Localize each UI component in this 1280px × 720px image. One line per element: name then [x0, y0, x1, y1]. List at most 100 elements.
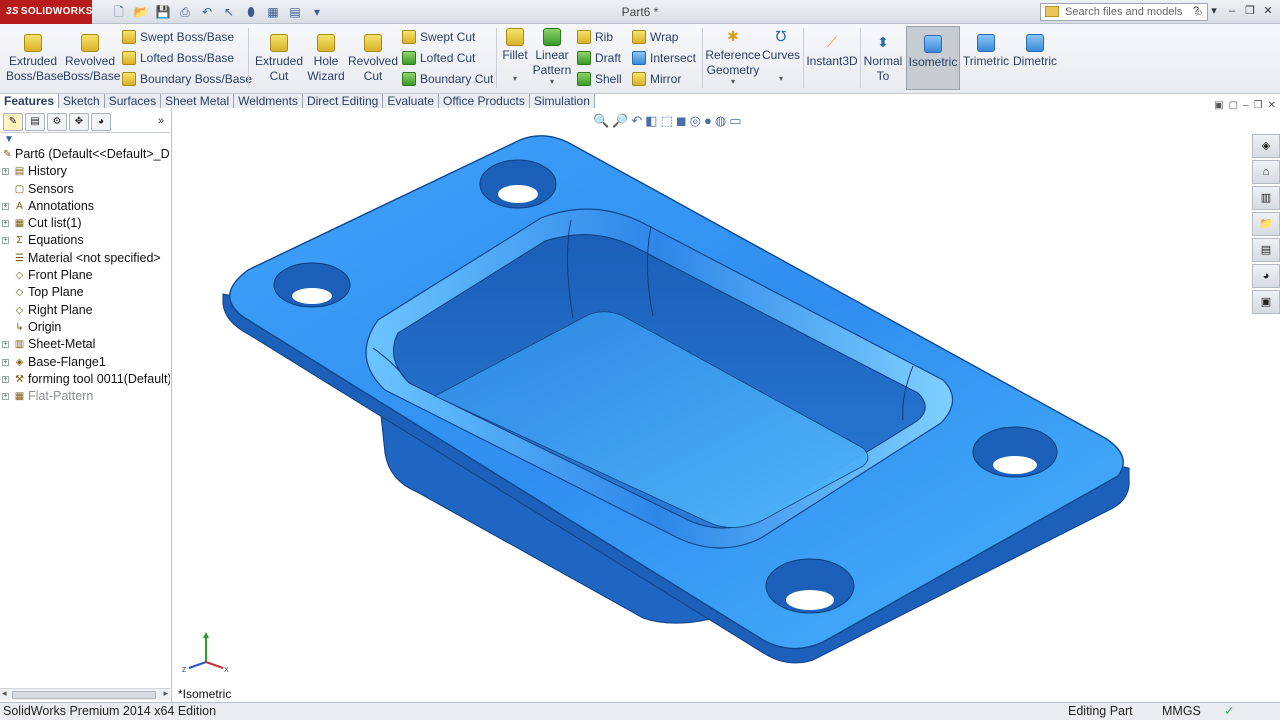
- tab-office-products[interactable]: Office Products: [439, 94, 530, 108]
- scroll-left-icon[interactable]: ◂: [2, 688, 7, 699]
- mounting-hole-top[interactable]: [479, 159, 557, 209]
- intersect-button[interactable]: Intersect: [632, 48, 696, 68]
- boundary-boss-button[interactable]: Boundary Boss/Base: [122, 69, 252, 89]
- scroll-right-icon[interactable]: ▸: [163, 688, 168, 699]
- tree-item-material-not-specified[interactable]: ☰ Material <not specified>: [0, 250, 170, 267]
- open-icon[interactable]: 📂: [130, 3, 152, 21]
- unit-system-selector[interactable]: MMGS: [1162, 703, 1201, 720]
- mirror-button[interactable]: Mirror: [632, 69, 681, 89]
- rebuild-icon[interactable]: ⬮: [240, 3, 262, 21]
- tab-direct-editing[interactable]: Direct Editing: [302, 94, 384, 108]
- rib-button[interactable]: Rib: [577, 27, 613, 47]
- tree-item-right-plane[interactable]: ◇ Right Plane: [0, 302, 170, 319]
- appearances-icon[interactable]: ◕: [1252, 264, 1280, 288]
- expand-icon[interactable]: +: [2, 202, 9, 210]
- revolved-cut-button[interactable]: Revolved Cut: [346, 34, 400, 84]
- tree-item-annotations[interactable]: + A Annotations: [0, 198, 170, 215]
- tab-simulation[interactable]: Simulation: [529, 94, 595, 108]
- hole-wizard-button[interactable]: Hole Wizard: [302, 34, 350, 84]
- solidworks-resources-icon[interactable]: ◈: [1252, 134, 1280, 158]
- expand-icon[interactable]: +: [2, 237, 9, 245]
- tree-item-equations[interactable]: + Σ Equations: [0, 232, 170, 249]
- mounting-hole-left[interactable]: [273, 262, 351, 308]
- feature-manager-tab-icon[interactable]: ✎: [3, 113, 23, 131]
- custom-properties-icon[interactable]: ▣: [1252, 290, 1280, 314]
- tab-evaluate[interactable]: Evaluate: [383, 94, 440, 108]
- revolved-boss-button[interactable]: Revolved Boss/Base: [63, 34, 120, 84]
- extruded-boss-button[interactable]: Extruded Boss/Base: [6, 34, 63, 84]
- lofted-boss-button[interactable]: Lofted Boss/Base: [122, 48, 234, 68]
- undo-icon[interactable]: ↶: [196, 3, 218, 21]
- quick-tips-icon[interactable]: ✓: [1224, 703, 1234, 720]
- normal-to-button[interactable]: ⬍ Normal To: [862, 34, 904, 84]
- dimxpert-tab-icon[interactable]: ✥: [69, 113, 89, 131]
- scrollbar-thumb[interactable]: [12, 691, 156, 699]
- tab-sketch[interactable]: Sketch: [59, 94, 105, 108]
- save-icon[interactable]: 💾: [152, 3, 174, 21]
- mounting-hole-bottom[interactable]: [765, 558, 855, 614]
- property-manager-tab-icon[interactable]: ▤: [25, 113, 45, 131]
- file-properties-icon[interactable]: ▦: [262, 3, 284, 21]
- expand-icon[interactable]: +: [2, 168, 9, 176]
- chevron-down-icon[interactable]: ▾: [762, 75, 800, 83]
- swept-cut-button[interactable]: Swept Cut: [402, 27, 475, 47]
- isometric-button[interactable]: Isometric: [906, 26, 960, 90]
- expand-panel-icon[interactable]: »: [158, 115, 164, 127]
- view-palette-icon[interactable]: ▤: [1252, 238, 1280, 262]
- help-dropdown-icon[interactable]: ▾: [1206, 3, 1222, 19]
- viewport-restore-icon[interactable]: ❐: [1254, 100, 1263, 111]
- tree-item-forming-tool-0011-default[interactable]: + ⚒ forming tool 0011(Default): [0, 371, 170, 388]
- tab-weldments[interactable]: Weldments: [234, 94, 303, 108]
- graphics-area[interactable]: ▣ ▢ – ❐ ✕ 🔍 🔎 ↶ ◧ ⬚ ◼ ◎ ● ◍ ▭ ◈ ⌂ ▥ 📁 ▤ …: [173, 100, 1280, 702]
- expand-icon[interactable]: +: [2, 220, 9, 228]
- file-explorer-icon[interactable]: 📁: [1252, 212, 1280, 236]
- wrap-button[interactable]: Wrap: [632, 27, 678, 47]
- tree-item-sensors[interactable]: ▢ Sensors: [0, 181, 170, 198]
- restore-icon[interactable]: ❐: [1242, 3, 1258, 19]
- design-library-icon[interactable]: ▥: [1252, 186, 1280, 210]
- chevron-down-icon[interactable]: ▾: [704, 78, 762, 86]
- panel-horizontal-scrollbar[interactable]: ◂ ▸: [0, 688, 170, 700]
- tab-features[interactable]: Features: [0, 94, 60, 108]
- mounting-hole-right[interactable]: [972, 426, 1058, 478]
- expand-icon[interactable]: +: [2, 375, 9, 383]
- search-input[interactable]: Search files and models ⌕: [1040, 3, 1208, 21]
- sheet-metal-part-model[interactable]: [173, 108, 1173, 668]
- instant3d-button[interactable]: ⟋ Instant3D: [805, 34, 859, 69]
- solidworks-logo[interactable]: 3S SOLIDWORKS: [0, 0, 92, 24]
- home-icon[interactable]: ⌂: [1252, 160, 1280, 184]
- tree-item-flat-pattern[interactable]: + ▦ Flat-Pattern: [0, 388, 170, 405]
- dimetric-button[interactable]: Dimetric: [1012, 34, 1058, 69]
- new-icon[interactable]: 🗋: [108, 3, 130, 21]
- tree-item-sheet-metal[interactable]: + ▥ Sheet-Metal: [0, 336, 170, 353]
- tab-surfaces[interactable]: Surfaces: [104, 94, 162, 108]
- viewport-tile-icon[interactable]: ▣: [1214, 100, 1223, 111]
- minimize-icon[interactable]: –: [1224, 3, 1240, 19]
- viewport-minimize-icon[interactable]: –: [1243, 100, 1249, 111]
- filter-icon[interactable]: ▼: [4, 134, 14, 145]
- draft-button[interactable]: Draft: [577, 48, 621, 68]
- select-icon[interactable]: ↖: [218, 3, 240, 21]
- tree-item-cut-list-1[interactable]: + ▦ Cut list(1): [0, 215, 170, 232]
- extruded-cut-button[interactable]: Extruded Cut: [252, 34, 306, 84]
- reference-geometry-button[interactable]: ✱ Reference Geometry ▾: [704, 28, 762, 86]
- help-icon[interactable]: ?: [1188, 3, 1204, 19]
- viewport-close-icon[interactable]: ✕: [1268, 100, 1276, 111]
- options-icon[interactable]: ▤: [284, 3, 306, 21]
- tree-item-base-flange1[interactable]: + ◈ Base-Flange1: [0, 354, 170, 371]
- tab-sheet-metal[interactable]: Sheet Metal: [161, 94, 235, 108]
- chevron-down-icon[interactable]: ▾: [306, 3, 328, 21]
- trimetric-button[interactable]: Trimetric: [962, 34, 1010, 69]
- tree-item-origin[interactable]: ↳ Origin: [0, 319, 170, 336]
- viewport-split-icon[interactable]: ▢: [1229, 100, 1238, 111]
- swept-boss-button[interactable]: Swept Boss/Base: [122, 27, 234, 47]
- lofted-cut-button[interactable]: Lofted Cut: [402, 48, 475, 68]
- tree-item-history[interactable]: + ▤ History: [0, 163, 170, 180]
- tree-item-top-plane[interactable]: ◇ Top Plane: [0, 284, 170, 301]
- tree-item-front-plane[interactable]: ◇ Front Plane: [0, 267, 170, 284]
- chevron-down-icon[interactable]: ▾: [530, 78, 574, 86]
- expand-icon[interactable]: +: [2, 341, 9, 349]
- boundary-cut-button[interactable]: Boundary Cut: [402, 69, 493, 89]
- configuration-manager-tab-icon[interactable]: ⚙: [47, 113, 67, 131]
- shell-button[interactable]: Shell: [577, 69, 622, 89]
